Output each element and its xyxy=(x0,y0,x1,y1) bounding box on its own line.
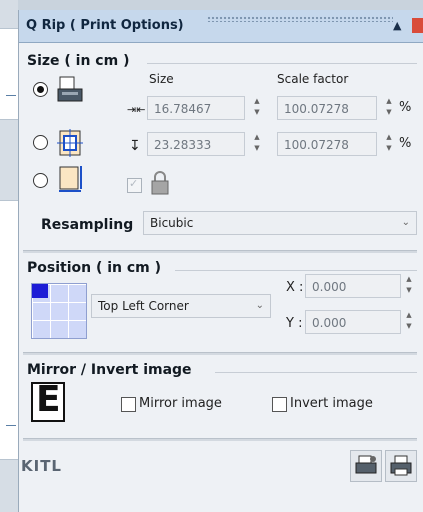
preview-letter: E xyxy=(36,379,61,420)
invert-image-label: Invert image xyxy=(290,396,373,411)
scale-y-field[interactable]: 100.07278 xyxy=(277,132,377,156)
title-bar: Q Rip ( Print Options) ▲ xyxy=(19,10,423,43)
anchor-value: Top Left Corner xyxy=(98,299,189,313)
pin-icon[interactable]: ▲ xyxy=(393,19,401,32)
chevron-down-icon: ⌄ xyxy=(401,217,410,228)
width-field[interactable]: 16.78467 xyxy=(147,96,245,120)
scale-column-label: Scale factor xyxy=(277,72,349,86)
close-button[interactable] xyxy=(412,18,423,33)
anchor-grid[interactable] xyxy=(31,283,87,339)
size-column-label: Size xyxy=(149,72,174,86)
print-options-window: Q Rip ( Print Options) ▲ Size ( in cm ) … xyxy=(18,10,423,512)
radio-custom-size[interactable] xyxy=(33,173,48,188)
lock-icon xyxy=(151,171,169,195)
background-tick xyxy=(6,425,16,426)
x-field[interactable]: 0.000 xyxy=(305,274,401,298)
mirror-image-checkbox[interactable] xyxy=(121,397,136,412)
background-strip xyxy=(0,200,18,460)
chevron-down-icon: ⌄ xyxy=(255,300,264,311)
drag-grip[interactable] xyxy=(207,16,393,22)
fit-center-icon xyxy=(57,129,83,157)
group-divider xyxy=(215,372,417,373)
width-arrows-icon: ⇥⇤ xyxy=(127,103,146,116)
x-stepper[interactable]: ▲ ▼ xyxy=(403,274,415,298)
scale-x-stepper[interactable]: ▲ ▼ xyxy=(383,96,395,120)
group-divider xyxy=(147,63,417,64)
lock-aspect-checkbox[interactable]: ✓ xyxy=(127,177,142,193)
size-heading: Size ( in cm ) xyxy=(27,53,130,69)
print-settings-button[interactable] xyxy=(350,450,382,482)
scale-x-field[interactable]: 100.07278 xyxy=(277,96,377,120)
printer-settings-icon xyxy=(355,455,377,474)
width-stepper[interactable]: ▲ ▼ xyxy=(251,96,263,120)
printer-icon xyxy=(390,455,412,476)
section-separator xyxy=(23,250,417,253)
position-heading: Position ( in cm ) xyxy=(27,260,162,276)
resampling-value: Bicubic xyxy=(150,216,194,230)
mirror-image-label: Mirror image xyxy=(139,396,222,411)
resampling-select[interactable]: Bicubic ⌄ xyxy=(143,211,417,235)
group-divider xyxy=(175,270,417,271)
custom-size-icon xyxy=(59,166,82,192)
print-button[interactable] xyxy=(385,450,417,482)
height-stepper[interactable]: ▲ ▼ xyxy=(251,132,263,156)
y-field[interactable]: 0.000 xyxy=(305,310,401,334)
radio-fit-page[interactable] xyxy=(33,135,48,150)
section-separator xyxy=(23,438,417,441)
mirror-preview-icon: E xyxy=(31,379,65,422)
background-tick xyxy=(6,95,16,96)
percent-label: % xyxy=(399,136,412,151)
y-label: Y : xyxy=(286,316,303,331)
invert-image-checkbox[interactable] xyxy=(272,397,287,412)
percent-label: % xyxy=(399,100,412,115)
section-separator xyxy=(23,352,417,355)
background-strip xyxy=(0,28,18,120)
y-stepper[interactable]: ▲ ▼ xyxy=(403,310,415,334)
mirror-heading: Mirror / Invert image xyxy=(27,362,192,378)
window-title: Q Rip ( Print Options) xyxy=(26,18,184,33)
height-field[interactable]: 23.28333 xyxy=(147,132,245,156)
scale-y-stepper[interactable]: ▲ ▼ xyxy=(383,132,395,156)
background-panel xyxy=(0,0,18,512)
brand-logo: KITL xyxy=(21,457,62,475)
height-arrows-icon: ↧ xyxy=(129,138,141,154)
x-label: X : xyxy=(286,280,304,295)
resampling-label: Resampling xyxy=(41,217,134,233)
radio-original-size[interactable] xyxy=(33,82,48,97)
anchor-select[interactable]: Top Left Corner ⌄ xyxy=(91,294,271,318)
printer-page-icon xyxy=(57,76,83,102)
anchor-top-left-cell[interactable] xyxy=(32,284,48,298)
